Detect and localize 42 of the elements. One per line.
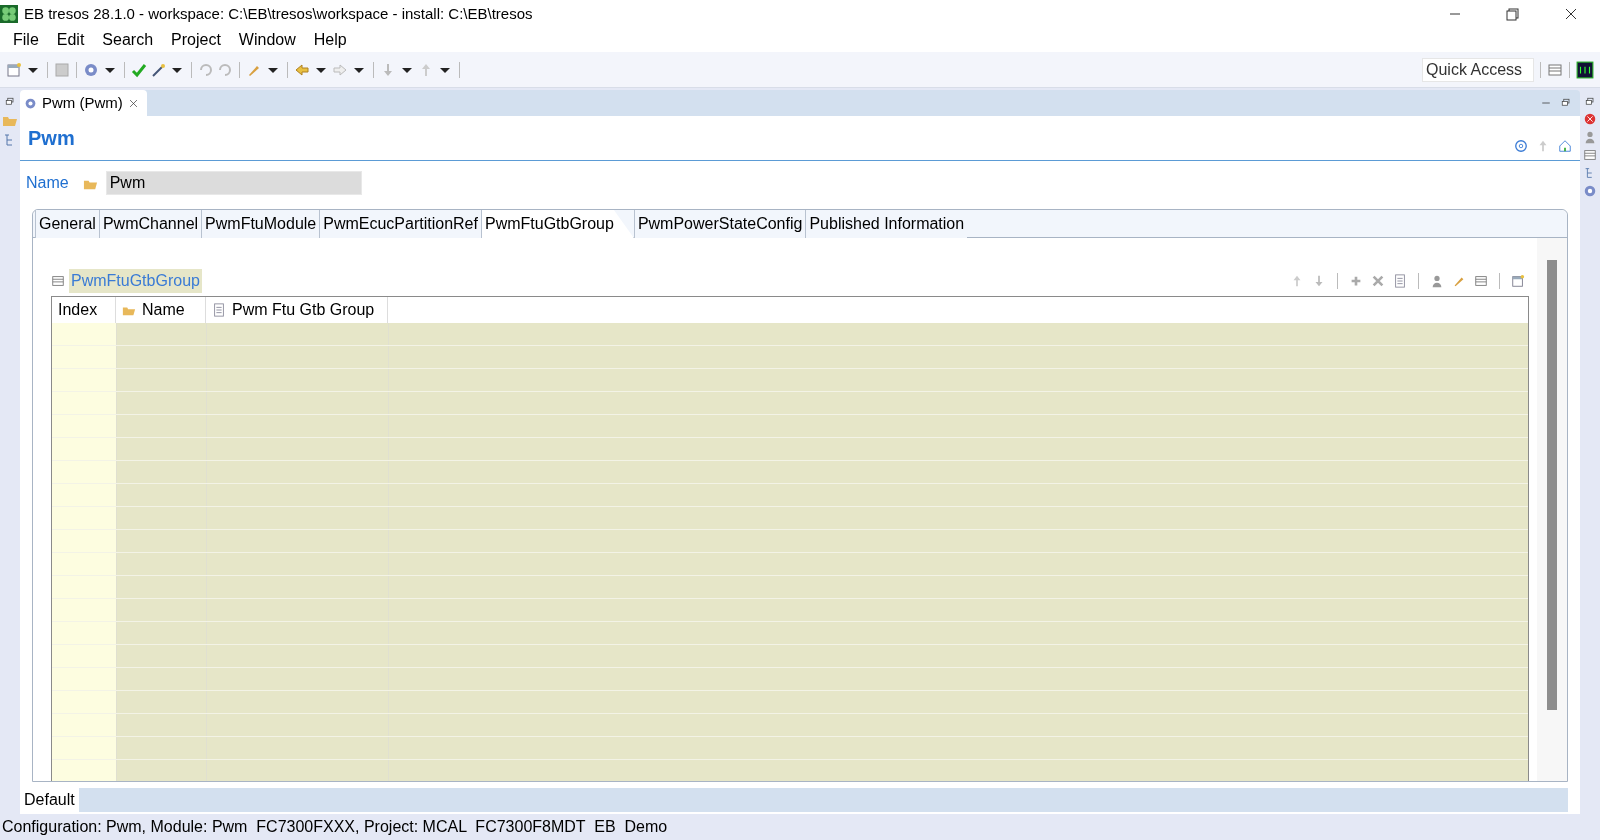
menu-item[interactable]: Window <box>229 28 305 52</box>
restore-icon[interactable] <box>4 96 16 108</box>
tab[interactable]: Published Information <box>805 210 968 238</box>
tab[interactable]: PwmPowerStateConfig <box>633 210 806 238</box>
menu-item[interactable]: Help <box>304 28 356 52</box>
tab[interactable]: General <box>35 210 99 238</box>
editor-tab[interactable]: Pwm (Pwm) <box>20 90 147 116</box>
close-icon[interactable] <box>1563 6 1579 22</box>
menu-item[interactable]: File <box>4 28 48 52</box>
field-label: Name <box>26 173 69 193</box>
scrollbar-thumb[interactable] <box>1547 260 1557 710</box>
undo-icon[interactable] <box>198 61 214 78</box>
add-icon[interactable] <box>1349 274 1363 288</box>
status-text: Configuration: Pwm, Module: Pwm FC7300FXXX, Project: MCAL FC7300F8MDT EB Demo <box>2 817 668 837</box>
menu-item[interactable]: Edit <box>47 28 94 52</box>
terminal-icon[interactable] <box>1576 60 1594 79</box>
name-field[interactable]: Pwm <box>105 171 362 195</box>
page-tab[interactable]: Default <box>20 788 79 812</box>
restore-icon[interactable] <box>1560 97 1572 109</box>
person-icon[interactable] <box>1583 130 1597 144</box>
menu-item[interactable]: Project <box>162 28 230 52</box>
quick-access-field[interactable]: Quick Access <box>1422 57 1534 82</box>
tab[interactable]: PwmChannel <box>98 210 202 238</box>
menu-item[interactable]: Search <box>93 28 163 52</box>
maximize-icon[interactable] <box>1505 6 1521 22</box>
person-icon[interactable] <box>1430 274 1444 288</box>
app-logo-icon <box>0 5 18 23</box>
error-icon[interactable] <box>1583 112 1597 126</box>
save-icon[interactable] <box>54 61 70 78</box>
delete-icon[interactable] <box>1371 274 1385 288</box>
tab[interactable]: PwmFtuGtbGroup <box>480 210 634 238</box>
check-icon[interactable] <box>131 61 147 78</box>
tab[interactable]: PwmEcucPartitionRef <box>319 210 481 238</box>
window-title: EB tresos 28.1.0 - workspace: C:\EB\tresos\workspace - install: C:\EB\tresos <box>24 3 533 24</box>
home-icon[interactable] <box>1558 139 1572 153</box>
document-icon <box>212 303 226 317</box>
copy-icon[interactable] <box>1393 274 1407 288</box>
restore-icon[interactable] <box>1584 96 1596 108</box>
page-title: Pwm <box>28 126 75 151</box>
tab[interactable]: PwmFtuModule <box>201 210 320 238</box>
wand-icon[interactable] <box>150 61 166 78</box>
section-title: PwmFtuGtbGroup <box>69 269 202 293</box>
